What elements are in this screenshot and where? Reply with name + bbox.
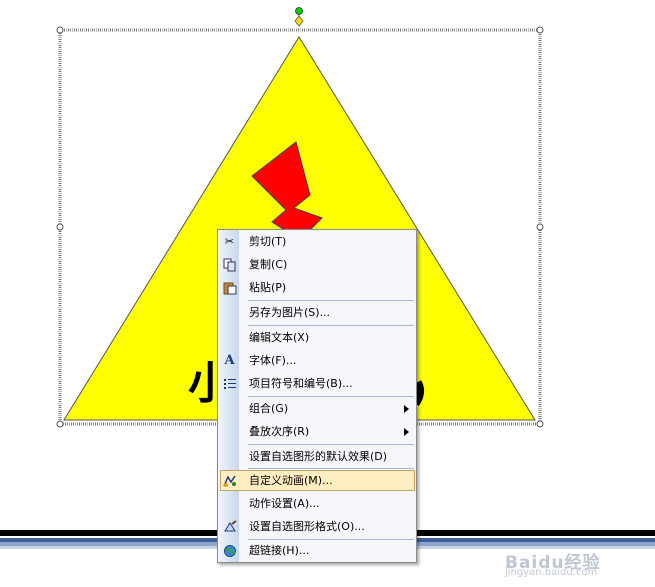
adjust-handle[interactable] bbox=[294, 15, 304, 27]
menu-item-copy[interactable]: 复制(C) bbox=[219, 254, 415, 276]
context-menu[interactable]: ✂ 剪切(T) 复制(C) 粘贴(P) 另存为图片(S)... 编辑文本(X) … bbox=[217, 229, 417, 563]
menu-separator bbox=[248, 396, 414, 397]
menu-item-cut[interactable]: ✂ 剪切(T) bbox=[219, 231, 415, 253]
menu-item-format-autoshape[interactable]: 设置自选图形格式(O)... bbox=[219, 516, 415, 538]
custom-animation-icon bbox=[222, 474, 237, 488]
copy-icon bbox=[222, 258, 237, 272]
submenu-arrow-icon bbox=[404, 405, 409, 413]
paste-icon bbox=[222, 281, 237, 295]
menu-item-bullets-numbering[interactable]: 项目符号和编号(B)... bbox=[219, 373, 415, 395]
menu-separator bbox=[248, 300, 414, 301]
menu-item-hyperlink[interactable]: 超链接(H)... bbox=[219, 540, 415, 562]
submenu-arrow-icon bbox=[404, 428, 409, 436]
bullets-icon bbox=[222, 377, 237, 391]
rotation-handle[interactable] bbox=[295, 7, 303, 15]
scissors-icon: ✂ bbox=[224, 235, 235, 248]
menu-item-custom-animation[interactable]: 自定义动画(M)... bbox=[219, 470, 415, 492]
menu-item-paste[interactable]: 粘贴(P) bbox=[219, 277, 415, 299]
menu-item-order[interactable]: 叠放次序(R) bbox=[219, 421, 415, 443]
font-icon: A bbox=[224, 353, 235, 368]
menu-separator bbox=[248, 325, 414, 326]
format-shape-icon bbox=[222, 520, 237, 534]
menu-separator bbox=[248, 444, 414, 445]
menu-item-edit-text[interactable]: 编辑文本(X) bbox=[219, 327, 415, 349]
watermark-url: jingyan.baidu.com bbox=[505, 567, 598, 578]
menu-item-save-as-picture[interactable]: 另存为图片(S)... bbox=[219, 302, 415, 324]
menu-item-font[interactable]: A 字体(F)... bbox=[219, 350, 415, 372]
menu-item-set-default-effect[interactable]: 设置自选图形的默认效果(D) bbox=[219, 446, 415, 468]
menu-item-group[interactable]: 组合(G) bbox=[219, 398, 415, 420]
menu-separator bbox=[248, 468, 414, 469]
menu-item-action-settings[interactable]: 动作设置(A)... bbox=[219, 493, 415, 515]
hyperlink-globe-icon bbox=[222, 544, 237, 558]
